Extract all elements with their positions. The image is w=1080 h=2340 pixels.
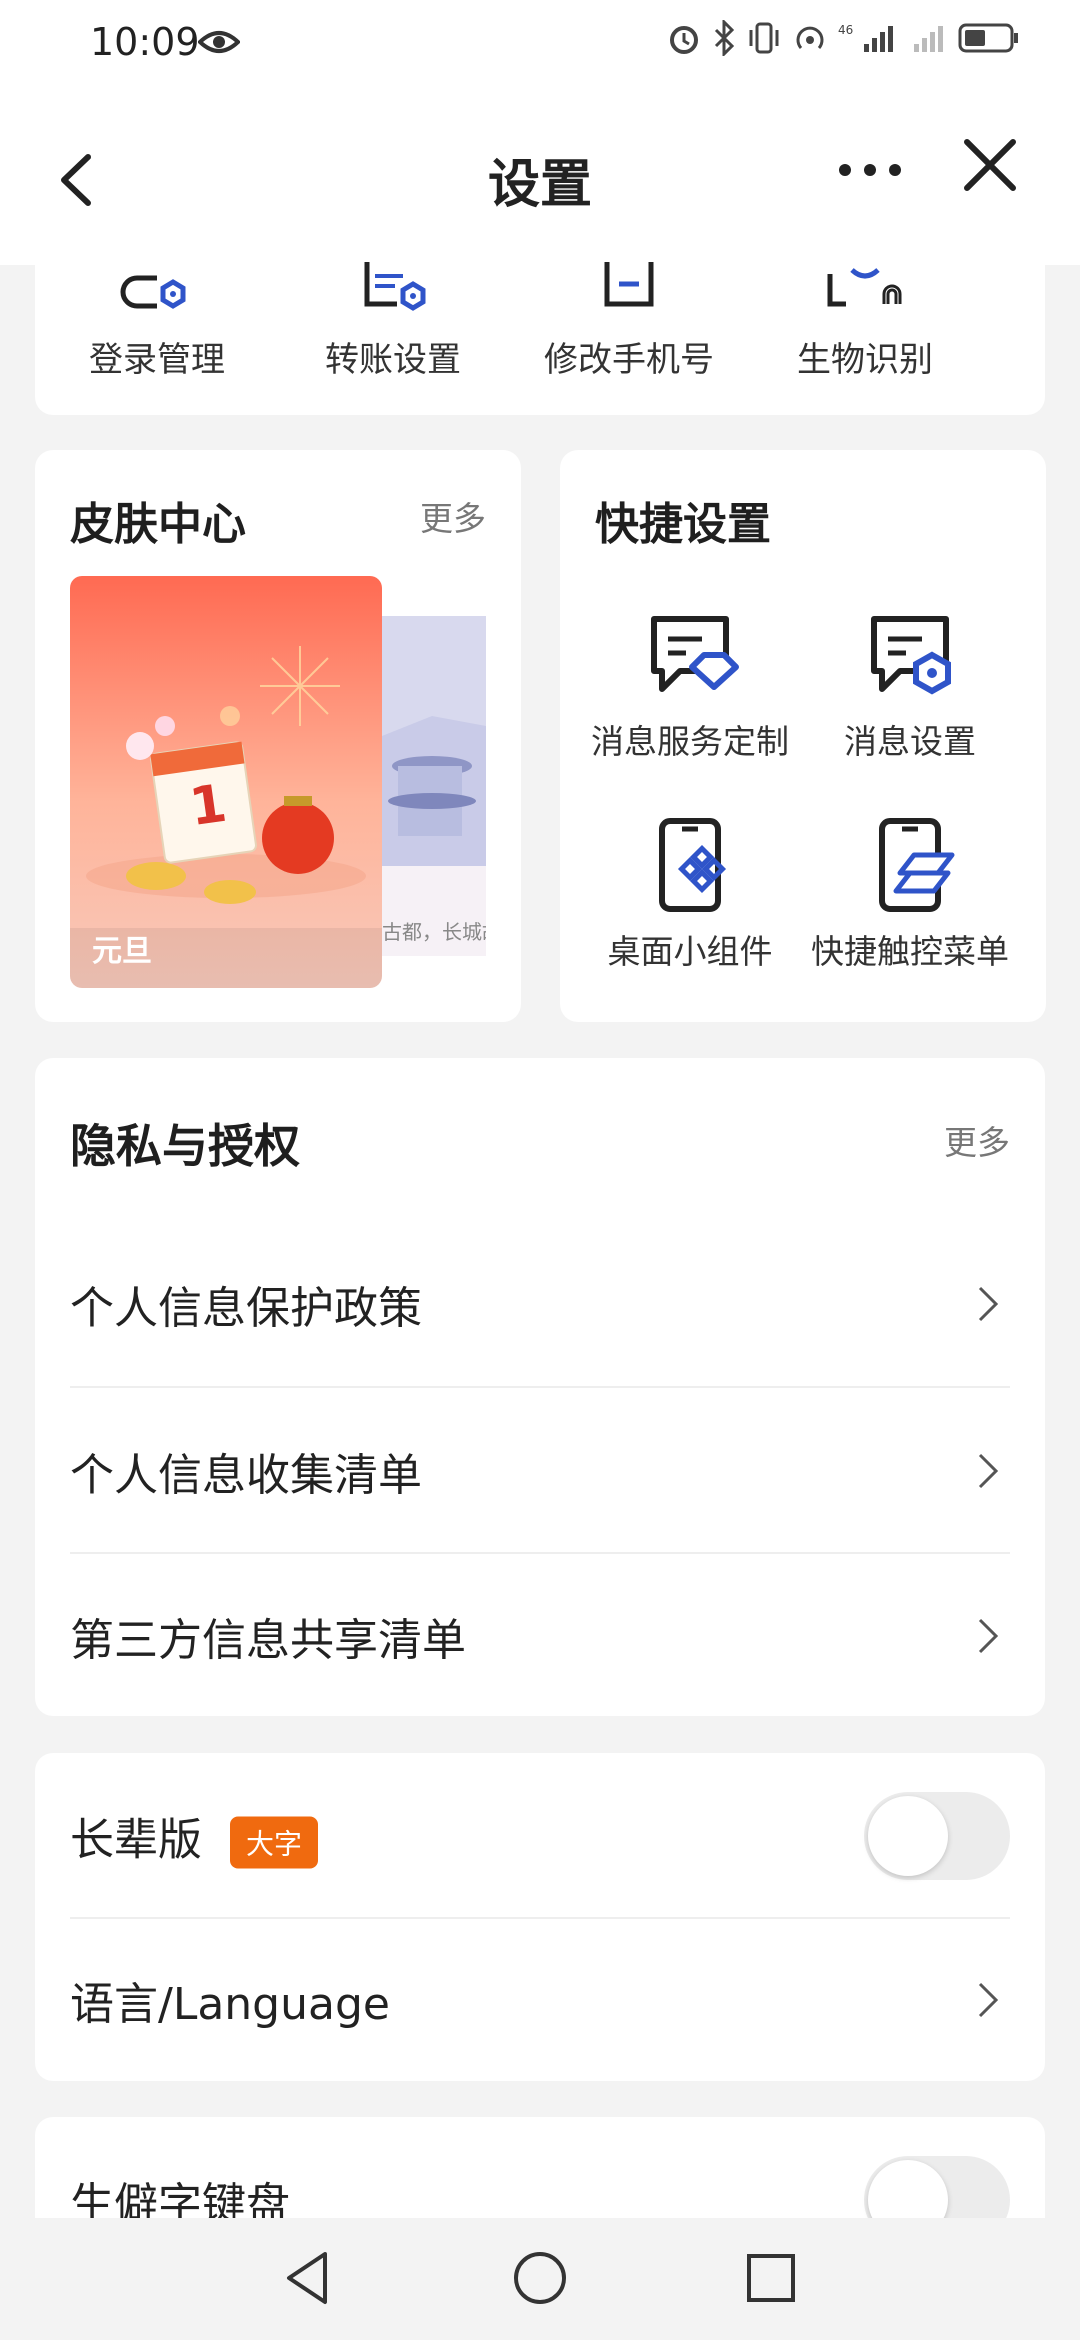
third-party-sharing-label: 第三方信息共享清单	[70, 1614, 466, 1666]
chevron-right-icon	[978, 1286, 999, 1321]
message-settings-label: 消息设置	[844, 722, 976, 761]
status-bar: 10:09 46	[0, 0, 1080, 90]
skin-new-year-thumbnail[interactable]: 1 元旦	[70, 576, 382, 988]
privacy-policy-label: 个人信息保护政策	[70, 1282, 422, 1334]
eye-icon	[198, 31, 240, 53]
skin-second-thumbnail[interactable]: 古都，长城故	[382, 616, 486, 956]
elder-language-card: 长辈版 大字 语言/Language	[35, 1753, 1045, 2081]
alarm-icon	[670, 26, 698, 54]
elder-mode-label-wrap: 长辈版 大字	[70, 1803, 319, 1868]
signal-icon: 46	[838, 23, 893, 52]
change-phone-label: 修改手机号	[544, 340, 714, 380]
privacy-card: 隐私与授权 更多 个人信息保护政策 个人信息收集清单 第三方信息共享清单	[35, 1058, 1045, 1716]
system-icons: 46	[666, 20, 1020, 56]
elder-mode-row: 长辈版 大字	[70, 1753, 1010, 1918]
biometric-icon	[827, 268, 902, 307]
message-settings-icon	[871, 616, 951, 695]
privacy-title: 隐私与授权	[70, 1119, 300, 1173]
hotspot-icon	[796, 26, 824, 49]
message-settings-button[interactable]: 消息设置	[800, 605, 1020, 763]
language-row[interactable]: 语言/Language	[70, 1917, 1010, 2082]
change-phone-icon	[604, 262, 654, 307]
quick-touch-menu-label: 快捷触控菜单	[811, 932, 1009, 971]
privacy-more-link[interactable]: 更多	[944, 1116, 1010, 1164]
desktop-widget-label: 桌面小组件	[607, 932, 773, 971]
svg-text:46: 46	[838, 23, 853, 37]
elder-mode-label: 长辈版	[70, 1814, 202, 1865]
chevron-right-icon	[978, 1982, 999, 2017]
privacy-policy-row[interactable]: 个人信息保护政策	[70, 1221, 1010, 1386]
page-title: 设置	[487, 155, 592, 215]
login-manage-label: 登录管理	[89, 340, 225, 380]
third-party-sharing-row[interactable]: 第三方信息共享清单	[70, 1553, 1010, 1718]
desktop-widget-icon	[659, 818, 727, 912]
quick-settings-card: 快捷设置 消息服务定制 消息设置 桌面小组件 快捷触控菜单	[560, 450, 1046, 1022]
nav-recents-icon[interactable]	[745, 2252, 797, 2304]
skin-center-card: 皮肤中心 更多 1 元旦 古都，长城	[35, 450, 521, 1022]
message-service-label: 消息服务定制	[591, 722, 789, 761]
language-label: 语言/Language	[70, 1978, 390, 2030]
signal-2-icon	[914, 26, 943, 52]
message-service-icon	[651, 616, 739, 692]
quick-touch-menu-button[interactable]: 快捷触控菜单	[800, 815, 1020, 973]
transfer-settings-icon	[364, 262, 426, 311]
temple-illustration	[382, 616, 486, 956]
transfer-settings-label: 转账设置	[325, 340, 461, 380]
elder-mode-toggle[interactable]	[864, 1791, 1010, 1880]
skin-center-title: 皮肤中心	[70, 499, 246, 550]
info-collection-label: 个人信息收集清单	[70, 1449, 422, 1501]
skin-card2-caption: 古都，长城故	[382, 920, 486, 944]
skin-card-label: 元旦	[92, 934, 152, 969]
more-icon[interactable]	[830, 150, 910, 190]
large-font-badge: 大字	[230, 1816, 319, 1868]
message-service-button[interactable]: 消息服务定制	[580, 605, 800, 763]
bluetooth-icon	[714, 20, 735, 56]
battery-icon	[958, 23, 1018, 53]
toggle-knob	[868, 1795, 948, 1876]
close-icon[interactable]	[955, 130, 1025, 200]
vibrate-icon	[749, 22, 779, 54]
nav-home-icon[interactable]	[512, 2250, 568, 2306]
quick-settings-title: 快捷设置	[595, 499, 771, 550]
quick-touch-menu-icon	[879, 818, 955, 912]
system-nav-bar	[0, 2218, 1080, 2340]
status-time: 10:09	[90, 20, 200, 64]
login-manage-icon	[120, 275, 186, 309]
desktop-widget-button[interactable]: 桌面小组件	[580, 815, 800, 973]
skin-center-more-link[interactable]: 更多	[420, 492, 486, 540]
account-quick-row: 登录管理 转账设置 修改手机号 生物识别	[35, 250, 1045, 415]
top-header: 设置	[0, 90, 1080, 265]
nav-back-icon[interactable]	[283, 2248, 333, 2308]
chevron-right-icon	[978, 1618, 999, 1653]
chevron-right-icon	[978, 1453, 999, 1488]
info-collection-row[interactable]: 个人信息收集清单	[70, 1388, 1010, 1553]
biometric-label: 生物识别	[797, 340, 933, 380]
